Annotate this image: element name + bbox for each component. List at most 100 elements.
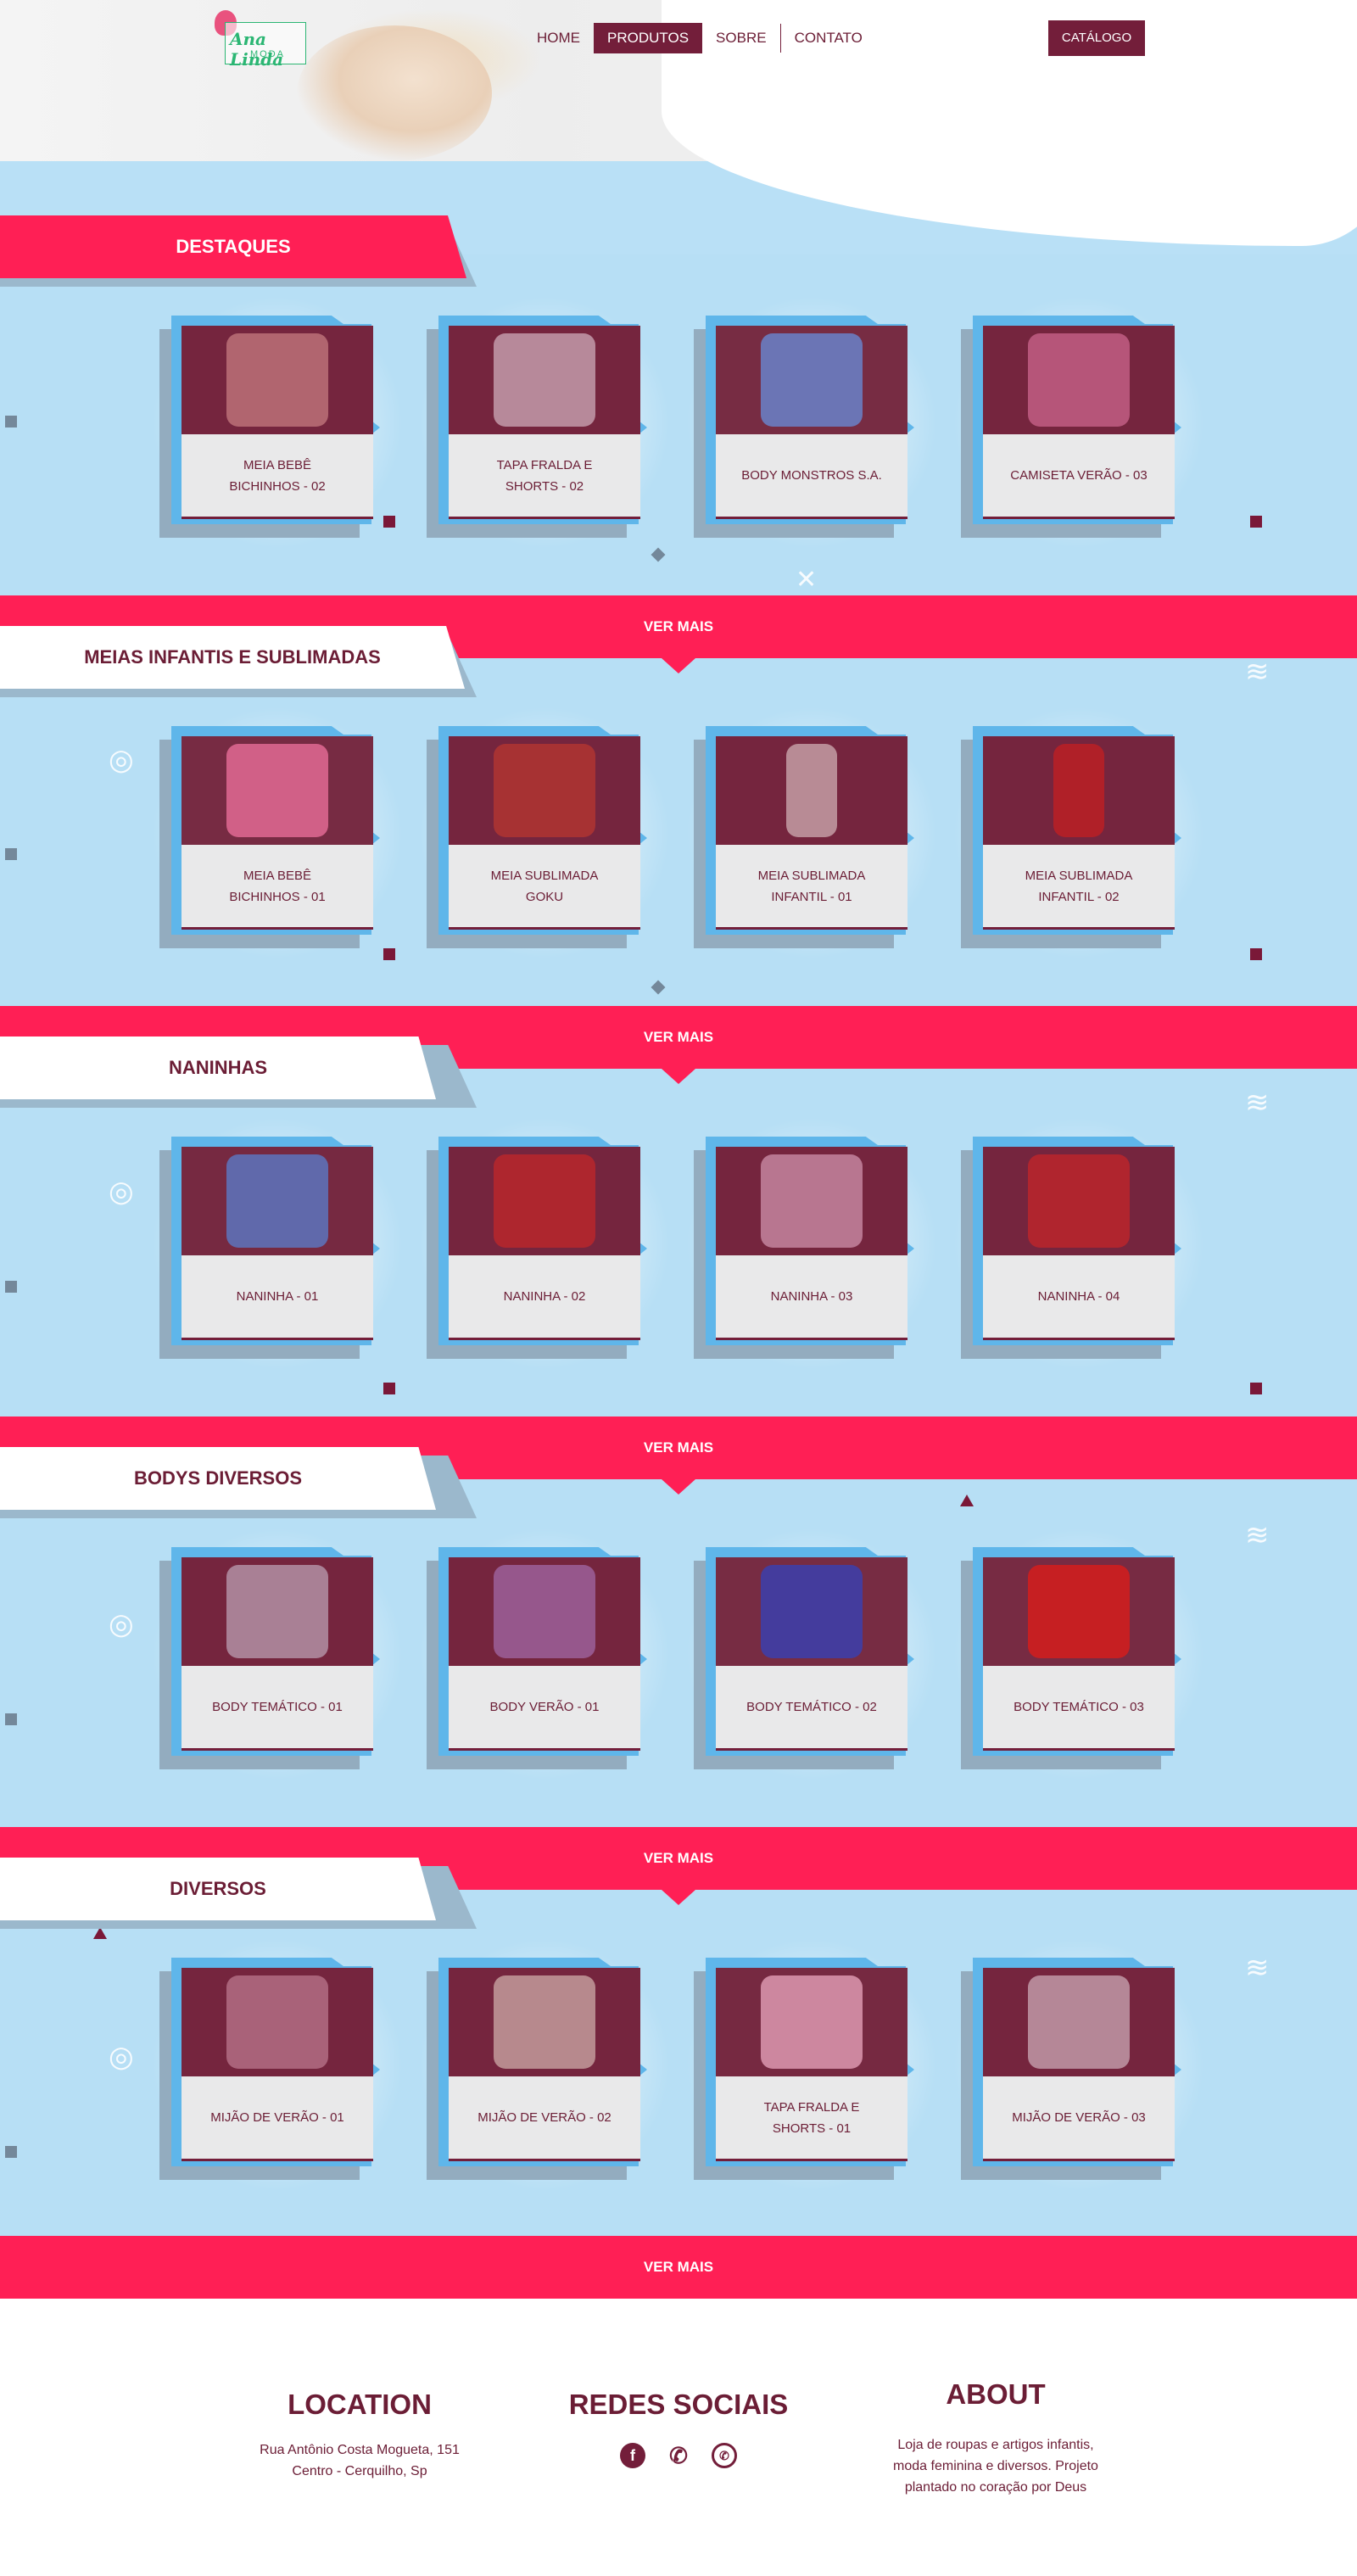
product-name[interactable]: Meia bebê bichinhos - 01 bbox=[181, 845, 373, 930]
product-card[interactable]: Meia bebê bichinhos - 02 bbox=[148, 292, 407, 553]
product-card[interactable]: Mijão de verão - 01 bbox=[148, 1934, 407, 2195]
phone-icon[interactable]: ✆ bbox=[666, 2443, 691, 2468]
product-card[interactable]: Camiseta verão - 03 bbox=[949, 292, 1209, 553]
product-card[interactable]: Body temático - 01 bbox=[148, 1523, 407, 1785]
product-card[interactable]: Naninha - 01 bbox=[148, 1113, 407, 1374]
product-name[interactable]: Body temático - 03 bbox=[983, 1666, 1175, 1751]
product-card[interactable]: Body Monstros S.A. bbox=[682, 292, 941, 553]
product-name[interactable]: Naninha - 02 bbox=[449, 1255, 640, 1340]
address-line: Rua Antônio Costa Mogueta, 151 bbox=[260, 2443, 460, 2457]
footer-location: LOCATION Rua Antônio Costa Mogueta, 151 … bbox=[232, 2389, 487, 2482]
product-image[interactable] bbox=[449, 736, 640, 845]
cross-decoration: ✕ bbox=[796, 565, 818, 595]
footer-social: REDES SOCIAIS f ✆ ✆ bbox=[551, 2389, 806, 2468]
product-name[interactable]: Mijão de verão - 01 bbox=[181, 2076, 373, 2161]
product-image[interactable] bbox=[449, 1968, 640, 2076]
product-card[interactable]: Meia Sublimada infantil - 01 bbox=[682, 702, 941, 964]
spiral-decoration: ◎ bbox=[109, 1175, 134, 1209]
product-image[interactable] bbox=[181, 1557, 373, 1666]
logo[interactable]: Ana Linda MODA bbox=[208, 10, 310, 70]
product-card[interactable]: Body temático - 03 bbox=[949, 1523, 1209, 1785]
nav-contato[interactable]: Contato bbox=[781, 23, 876, 53]
squiggle-decoration: ≋ bbox=[1245, 1951, 1270, 1985]
nav-home[interactable]: Home bbox=[523, 23, 594, 53]
catalog-button[interactable]: Catálogo bbox=[1048, 20, 1145, 56]
hero-photo-child bbox=[297, 25, 492, 161]
product-name[interactable]: Meia Sublimada infantil - 02 bbox=[983, 845, 1175, 930]
product-card[interactable]: Body temático - 02 bbox=[682, 1523, 941, 1785]
product-card[interactable]: Tapa fralda e shorts - 02 bbox=[415, 292, 674, 553]
logo-sub: MODA bbox=[250, 49, 285, 59]
nav-sobre[interactable]: Sobre bbox=[702, 23, 780, 53]
product-card[interactable]: Mijão de verão - 03 bbox=[949, 1934, 1209, 2195]
square-decoration bbox=[5, 1713, 17, 1725]
product-image[interactable] bbox=[716, 1147, 907, 1255]
product-image[interactable] bbox=[716, 736, 907, 845]
product-image[interactable] bbox=[181, 1968, 373, 2076]
product-name[interactable]: Mijão de verão - 03 bbox=[983, 2076, 1175, 2161]
product-name[interactable]: Naninha - 01 bbox=[181, 1255, 373, 1340]
ver-mais-button[interactable]: Ver mais bbox=[0, 2236, 1357, 2314]
product-name[interactable]: Naninha - 03 bbox=[716, 1255, 907, 1340]
whatsapp-icon[interactable]: ✆ bbox=[712, 2443, 737, 2468]
square-decoration bbox=[5, 416, 17, 427]
product-card[interactable]: Meia bebê bichinhos - 01 bbox=[148, 702, 407, 964]
square-decoration bbox=[5, 1281, 17, 1293]
squiggle-decoration: ≋ bbox=[1245, 1086, 1270, 1120]
facebook-icon[interactable]: f bbox=[620, 2443, 645, 2468]
product-name[interactable]: Body Monstros S.A. bbox=[716, 434, 907, 519]
about-title: ABOUT bbox=[946, 2378, 1046, 2410]
product-card[interactable]: Meia Sublimada infantil - 02 bbox=[949, 702, 1209, 964]
product-name[interactable]: Meia Sublimada Goku bbox=[449, 845, 640, 930]
product-image[interactable] bbox=[716, 1968, 907, 2076]
section-title: BODYS DIVERSOS bbox=[0, 1447, 436, 1510]
nav-produtos[interactable]: Produtos bbox=[594, 23, 703, 53]
section-title: NANINHAS bbox=[0, 1037, 436, 1099]
diamond-decoration bbox=[651, 980, 666, 995]
section-title: MEIAS INFANTIS E SUBLIMADAS bbox=[0, 626, 465, 689]
product-image[interactable] bbox=[716, 326, 907, 434]
product-name[interactable]: Body temático - 01 bbox=[181, 1666, 373, 1751]
product-card[interactable]: Meia Sublimada Goku bbox=[415, 702, 674, 964]
squiggle-decoration: ≋ bbox=[1245, 1518, 1270, 1552]
section-title: DIVERSOS bbox=[0, 1858, 436, 1920]
product-card[interactable]: Mijão de verão - 02 bbox=[415, 1934, 674, 2195]
main-nav: Home Produtos Sobre Contato bbox=[523, 23, 876, 53]
product-card[interactable]: Body verão - 01 bbox=[415, 1523, 674, 1785]
product-card[interactable]: Naninha - 03 bbox=[682, 1113, 941, 1374]
address-line: Centro - Cerquilho, Sp bbox=[292, 2464, 427, 2478]
about-line: Loja de roupas e artigos infantis, bbox=[897, 2438, 1094, 2452]
product-name[interactable]: Tapa fralda e shorts - 02 bbox=[449, 434, 640, 519]
product-image[interactable] bbox=[181, 736, 373, 845]
product-name[interactable]: Meia Sublimada infantil - 01 bbox=[716, 845, 907, 930]
product-image[interactable] bbox=[983, 736, 1175, 845]
product-image[interactable] bbox=[181, 326, 373, 434]
product-image[interactable] bbox=[983, 326, 1175, 434]
square-decoration bbox=[5, 848, 17, 860]
product-image[interactable] bbox=[449, 326, 640, 434]
product-name[interactable]: Meia bebê bichinhos - 02 bbox=[181, 434, 373, 519]
product-image[interactable] bbox=[181, 1147, 373, 1255]
product-name[interactable]: Mijão de verão - 02 bbox=[449, 2076, 640, 2161]
spiral-decoration: ◎ bbox=[109, 743, 134, 777]
square-decoration bbox=[1250, 948, 1262, 960]
product-image[interactable] bbox=[449, 1557, 640, 1666]
product-card[interactable]: Naninha - 02 bbox=[415, 1113, 674, 1374]
product-name[interactable]: Naninha - 04 bbox=[983, 1255, 1175, 1340]
social-title: REDES SOCIAIS bbox=[568, 2389, 789, 2420]
footer: LOCATION Rua Antônio Costa Mogueta, 151 … bbox=[0, 2299, 1357, 2576]
square-decoration bbox=[1250, 516, 1262, 528]
product-image[interactable] bbox=[983, 1557, 1175, 1666]
product-card[interactable]: Tapa fralda e shorts - 01 bbox=[682, 1934, 941, 2195]
product-image[interactable] bbox=[983, 1968, 1175, 2076]
product-name[interactable]: Body temático - 02 bbox=[716, 1666, 907, 1751]
product-name[interactable]: Body verão - 01 bbox=[449, 1666, 640, 1751]
spiral-decoration: ◎ bbox=[109, 1607, 134, 1641]
product-image[interactable] bbox=[449, 1147, 640, 1255]
location-title: LOCATION bbox=[288, 2389, 432, 2420]
product-image[interactable] bbox=[716, 1557, 907, 1666]
product-name[interactable]: Camiseta verão - 03 bbox=[983, 434, 1175, 519]
product-name[interactable]: Tapa fralda e shorts - 01 bbox=[716, 2076, 907, 2161]
product-card[interactable]: Naninha - 04 bbox=[949, 1113, 1209, 1374]
product-image[interactable] bbox=[983, 1147, 1175, 1255]
